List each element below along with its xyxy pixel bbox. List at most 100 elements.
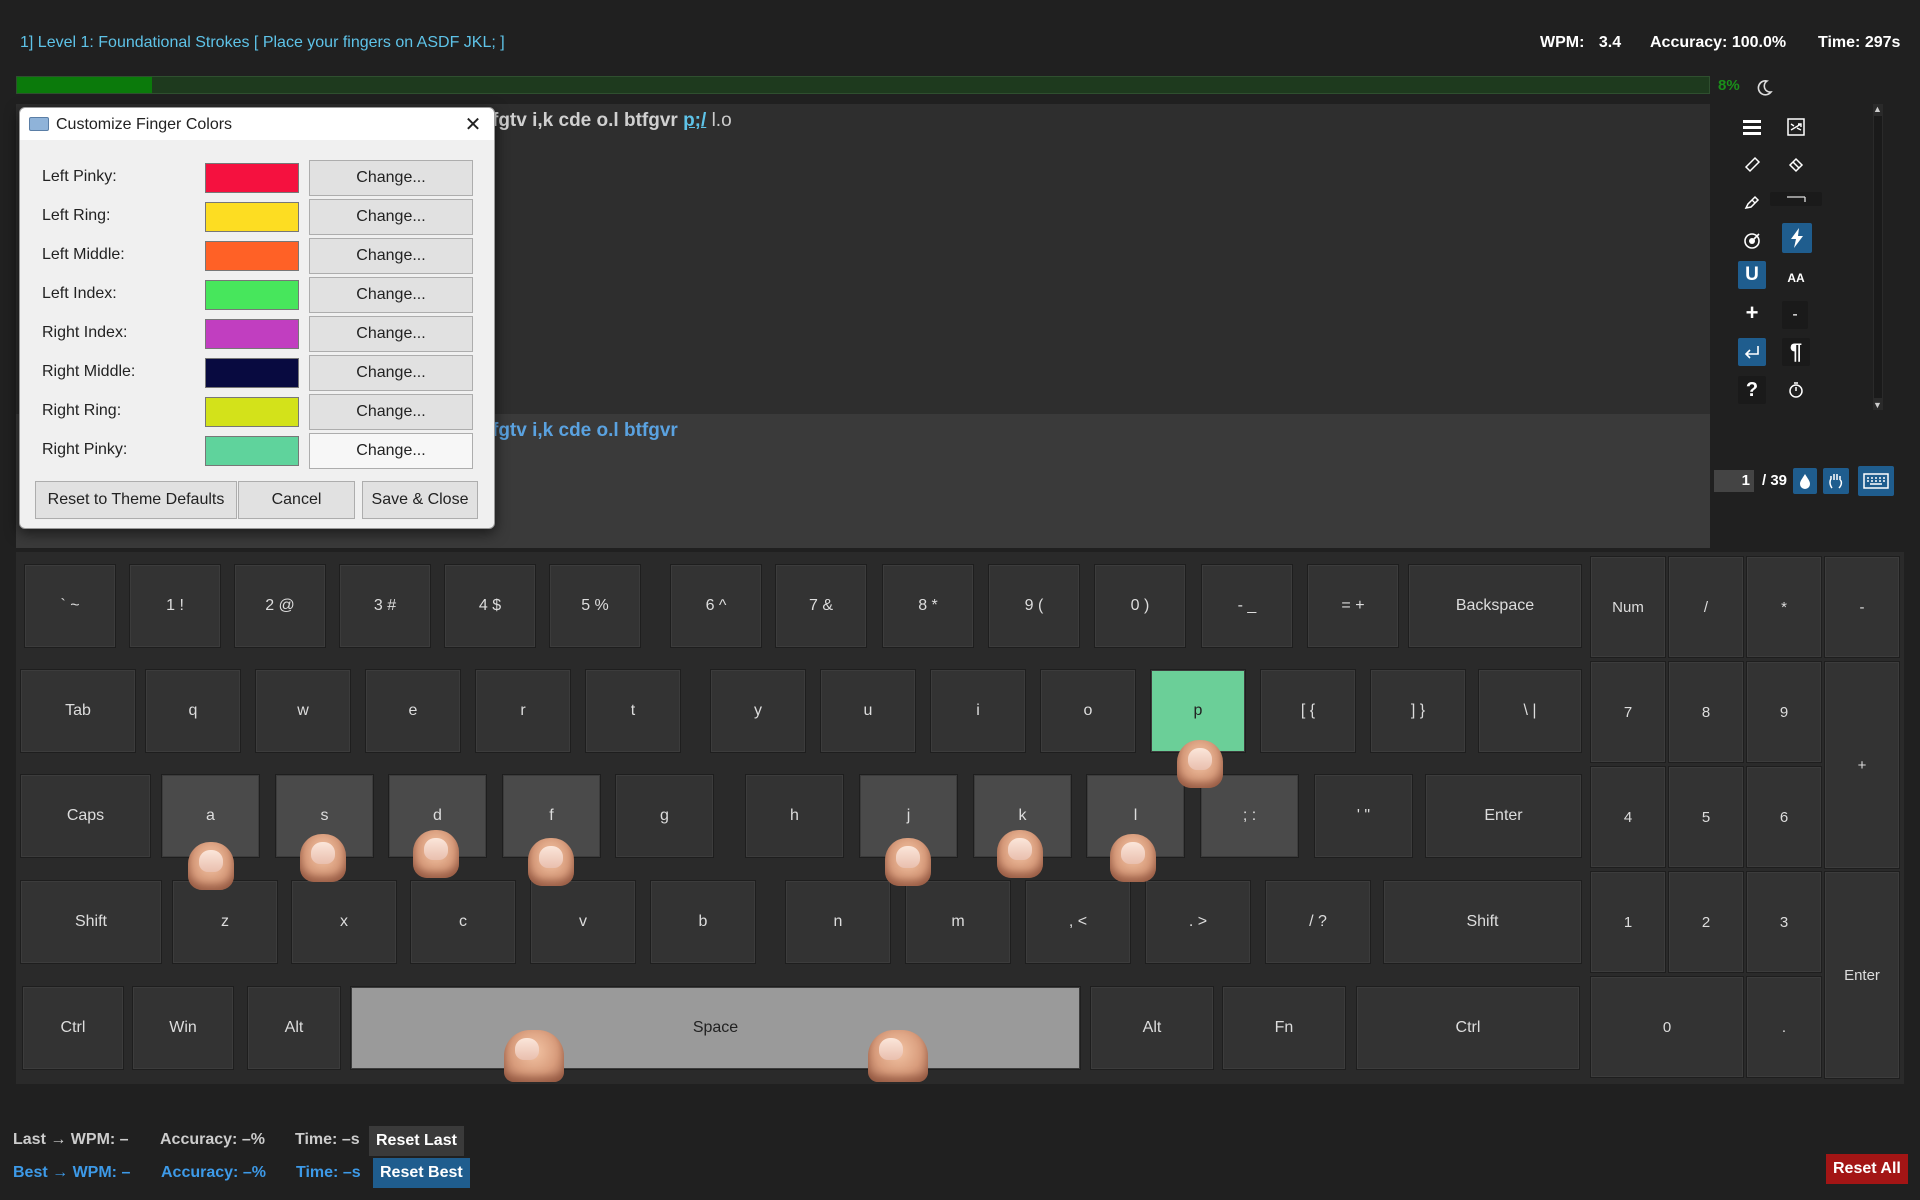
minus-icon[interactable]: - xyxy=(1782,301,1808,329)
theme-toggle-icon[interactable] xyxy=(1754,78,1774,98)
scroll-down-icon[interactable]: ▼ xyxy=(1873,400,1882,410)
change-color-button[interactable]: Change... xyxy=(309,199,473,235)
plus-icon[interactable]: + xyxy=(1738,299,1766,327)
slider-icon[interactable] xyxy=(1770,192,1822,206)
numpad-key-9[interactable]: 5 xyxy=(1668,766,1744,868)
key-row3-11[interactable]: ' " xyxy=(1314,774,1413,858)
key-row1-11[interactable]: - _ xyxy=(1201,564,1293,648)
key-row1-10[interactable]: 0 ) xyxy=(1094,564,1186,648)
reset-last-button[interactable]: Reset Last xyxy=(369,1126,464,1156)
key-row2-7[interactable]: u xyxy=(820,669,916,753)
numpad-key-11[interactable]: 1 xyxy=(1590,871,1666,973)
water-drop-icon[interactable] xyxy=(1793,468,1817,494)
numpad-key-12[interactable]: 2 xyxy=(1668,871,1744,973)
numpad-key-2[interactable]: * xyxy=(1746,556,1822,658)
numpad-key-3[interactable]: - xyxy=(1824,556,1900,658)
key-row2-3[interactable]: e xyxy=(365,669,461,753)
numpad-key-0[interactable]: Num xyxy=(1590,556,1666,658)
key-row1-13[interactable]: Backspace xyxy=(1408,564,1582,648)
numpad-key-6[interactable]: 9 xyxy=(1746,661,1822,763)
key-row1-9[interactable]: 9 ( xyxy=(988,564,1080,648)
key-row4-6[interactable]: n xyxy=(785,880,891,964)
change-color-button[interactable]: Change... xyxy=(309,277,473,313)
key-row4-0[interactable]: Shift xyxy=(20,880,162,964)
eraser-icon[interactable] xyxy=(1782,150,1810,178)
key-row4-4[interactable]: v xyxy=(530,880,636,964)
key-row2-11[interactable]: [ { xyxy=(1260,669,1356,753)
key-row2-6[interactable]: y xyxy=(710,669,806,753)
reset-theme-button[interactable]: Reset to Theme Defaults xyxy=(35,481,237,519)
change-color-button[interactable]: Change... xyxy=(309,316,473,352)
scrollbar-thumb[interactable] xyxy=(1874,116,1882,398)
numpad-key-10[interactable]: 6 xyxy=(1746,766,1822,868)
key-row4-7[interactable]: m xyxy=(905,880,1011,964)
key-row3-5[interactable]: g xyxy=(615,774,714,858)
key-row5-0[interactable]: Ctrl xyxy=(22,986,124,1070)
key-row5-5[interactable]: Fn xyxy=(1222,986,1346,1070)
font-size-icon[interactable]: AA xyxy=(1782,264,1810,292)
numpad-key-8[interactable]: 4 xyxy=(1590,766,1666,868)
ruler-icon[interactable] xyxy=(1738,150,1766,178)
key-row2-8[interactable]: i xyxy=(930,669,1026,753)
highlighter-icon[interactable] xyxy=(1738,188,1766,216)
key-row2-1[interactable]: q xyxy=(145,669,241,753)
key-row4-1[interactable]: z xyxy=(172,880,278,964)
key-row4-10[interactable]: / ? xyxy=(1265,880,1371,964)
numpad-key-16[interactable]: . xyxy=(1746,976,1822,1078)
reset-best-button[interactable]: Reset Best xyxy=(373,1158,470,1188)
dialog-title-bar[interactable]: Customize Finger Colors ✕ xyxy=(20,108,494,140)
numpad-key-5[interactable]: 8 xyxy=(1668,661,1744,763)
key-row2-4[interactable]: r xyxy=(475,669,571,753)
page-number-input[interactable]: 1 xyxy=(1714,470,1754,492)
key-row4-9[interactable]: . > xyxy=(1145,880,1251,964)
key-row2-9[interactable]: o xyxy=(1040,669,1136,753)
save-close-button[interactable]: Save & Close xyxy=(362,481,478,519)
key-row2-0[interactable]: Tab xyxy=(20,669,136,753)
target-icon[interactable] xyxy=(1738,226,1766,254)
help-icon[interactable]: ? xyxy=(1738,376,1766,404)
key-row1-3[interactable]: 3 # xyxy=(339,564,431,648)
key-row4-3[interactable]: c xyxy=(410,880,516,964)
change-color-button[interactable]: Change... xyxy=(309,394,473,430)
key-row1-2[interactable]: 2 @ xyxy=(234,564,326,648)
key-row1-12[interactable]: = + xyxy=(1307,564,1399,648)
pilcrow-icon[interactable]: ¶ xyxy=(1782,338,1810,366)
key-row1-4[interactable]: 4 $ xyxy=(444,564,536,648)
menu-icon[interactable] xyxy=(1738,113,1766,141)
key-row2-2[interactable]: w xyxy=(255,669,351,753)
key-row3-12[interactable]: Enter xyxy=(1425,774,1582,858)
key-row4-5[interactable]: b xyxy=(650,880,756,964)
key-row1-1[interactable]: 1 ! xyxy=(129,564,221,648)
reset-all-button[interactable]: Reset All xyxy=(1826,1154,1908,1184)
underline-icon[interactable]: U xyxy=(1738,261,1766,289)
shuffle-icon[interactable] xyxy=(1782,113,1810,141)
hand-icon[interactable] xyxy=(1823,468,1849,494)
key-row1-7[interactable]: 7 & xyxy=(775,564,867,648)
key-row2-5[interactable]: t xyxy=(585,669,681,753)
key-row4-8[interactable]: , < xyxy=(1025,880,1131,964)
scroll-up-icon[interactable]: ▲ xyxy=(1873,104,1882,114)
timer-icon[interactable] xyxy=(1782,376,1810,404)
numpad-key-1[interactable]: / xyxy=(1668,556,1744,658)
key-row1-0[interactable]: ` ~ xyxy=(24,564,116,648)
numpad-key-14[interactable]: Enter xyxy=(1824,871,1900,1079)
key-row3-6[interactable]: h xyxy=(745,774,844,858)
key-row4-2[interactable]: x xyxy=(291,880,397,964)
numpad-key-15[interactable]: 0 xyxy=(1590,976,1744,1078)
key-row1-6[interactable]: 6 ^ xyxy=(670,564,762,648)
enter-icon[interactable] xyxy=(1738,338,1766,366)
key-row5-2[interactable]: Alt xyxy=(247,986,341,1070)
numpad-key-13[interactable]: 3 xyxy=(1746,871,1822,973)
key-row1-8[interactable]: 8 * xyxy=(882,564,974,648)
key-row4-11[interactable]: Shift xyxy=(1383,880,1582,964)
change-color-button[interactable]: Change... xyxy=(309,160,473,196)
key-row5-6[interactable]: Ctrl xyxy=(1356,986,1580,1070)
numpad-key-7[interactable]: + xyxy=(1824,661,1900,869)
close-icon[interactable]: ✕ xyxy=(460,112,486,136)
change-color-button[interactable]: Change... xyxy=(309,433,473,469)
key-row5-3[interactable]: Space xyxy=(350,986,1081,1070)
cancel-button[interactable]: Cancel xyxy=(238,481,355,519)
key-row2-13[interactable]: \ | xyxy=(1478,669,1582,753)
key-row5-1[interactable]: Win xyxy=(132,986,234,1070)
key-row5-4[interactable]: Alt xyxy=(1090,986,1214,1070)
